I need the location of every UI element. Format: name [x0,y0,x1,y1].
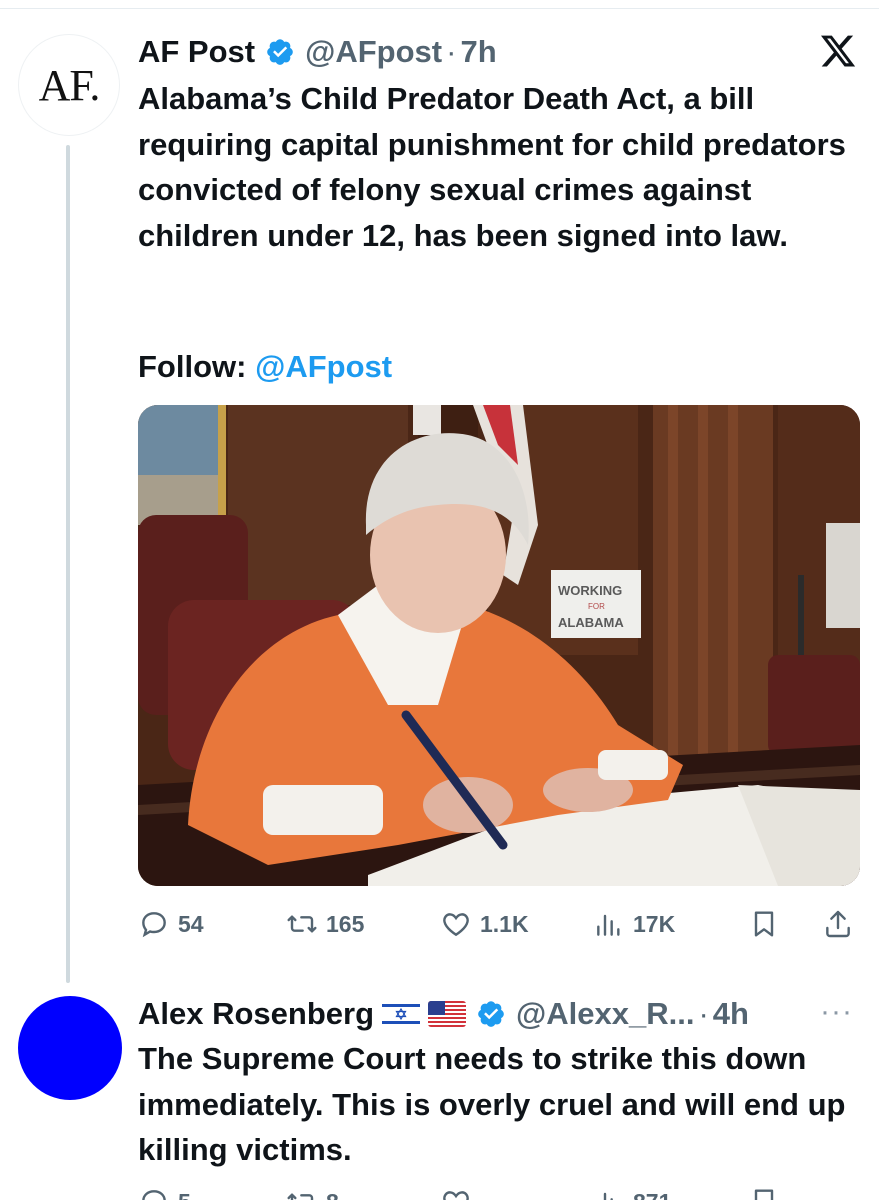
like-button[interactable]: 1.1K [440,902,529,946]
sign-text-for: FOR [588,602,605,611]
reply-action-bar: 5 8 871 [138,1180,860,1200]
like-icon [443,1191,469,1200]
bookmark-icon [754,1189,774,1200]
tweet-action-bar: 54 165 1.1K 17K [138,902,860,946]
repost-count: 8 [326,1189,339,1200]
thread-connector-line [66,145,70,983]
follow-label: Follow: [138,349,247,384]
tweet-body: Alabama’s Child Predator Death Act, a bi… [138,81,846,253]
separator-dot: · [446,34,457,69]
verified-badge-icon [267,39,293,65]
reply-button[interactable]: 54 [138,902,204,946]
sign-text-alabama: ALABAMA [558,615,624,630]
like-button[interactable] [440,1180,480,1200]
author-name[interactable]: AF Post [138,34,255,70]
repost-count: 165 [326,910,365,937]
x-logo-icon [820,35,856,67]
share-button[interactable] [822,902,862,946]
repost-button[interactable]: 8 [286,1180,339,1200]
bookmark-button[interactable] [748,902,788,946]
repost-icon [287,1193,314,1200]
reply-author-name[interactable]: Alex Rosenberg [138,996,374,1032]
tweet-header: AF Post @AFpost · 7h [138,30,497,74]
photo-illustration: WORKING FOR ALABAMA [138,405,860,886]
sign-text-working: WORKING [558,583,622,598]
reply-body: The Supreme Court needs to strike this d… [138,1041,846,1167]
repost-button[interactable]: 165 [286,902,364,946]
reply-author-avatar[interactable] [18,996,122,1100]
reply-icon [142,1190,166,1200]
views-icon [597,914,620,936]
separator-dot: · [698,996,709,1031]
views-button[interactable]: 17K [593,902,675,946]
author-avatar[interactable]: AF. [18,34,120,136]
reply-timestamp[interactable]: 4h [713,996,749,1032]
views-count: 871 [633,1189,671,1200]
follow-line: Follow: @AFpost [138,344,392,389]
bookmark-button[interactable] [748,1180,788,1200]
reply-count: 54 [178,910,204,937]
top-divider [0,8,879,9]
reply-header: Alex Rosenberg @Alexx_R... · 4h [138,992,749,1036]
author-handle[interactable]: @AFpost [305,34,442,70]
views-icon [603,1192,613,1200]
follow-mention-link[interactable]: @AFpost [255,349,392,384]
share-icon [826,910,850,938]
avatar-logo-text: AF. [38,60,101,110]
like-count: 1.1K [480,910,529,937]
more-icon[interactable]: ··· [820,995,853,1029]
repost-icon [287,915,317,933]
views-count: 17K [633,910,676,937]
bookmark-icon [754,911,774,937]
israel-flag-icon [382,1001,421,1027]
reply-author-handle[interactable]: @Alexx_R... [516,996,694,1032]
verified-badge-icon [478,1001,504,1027]
tweet-photo[interactable]: WORKING FOR ALABAMA [138,405,860,886]
views-button[interactable]: 871 [593,1180,671,1200]
reply-icon [142,912,166,938]
reply-count: 5 [178,1189,191,1200]
us-flag-icon [428,1001,467,1027]
reply-button[interactable]: 5 [138,1180,191,1200]
like-icon [443,913,469,937]
tweet-timestamp[interactable]: 7h [460,34,496,70]
